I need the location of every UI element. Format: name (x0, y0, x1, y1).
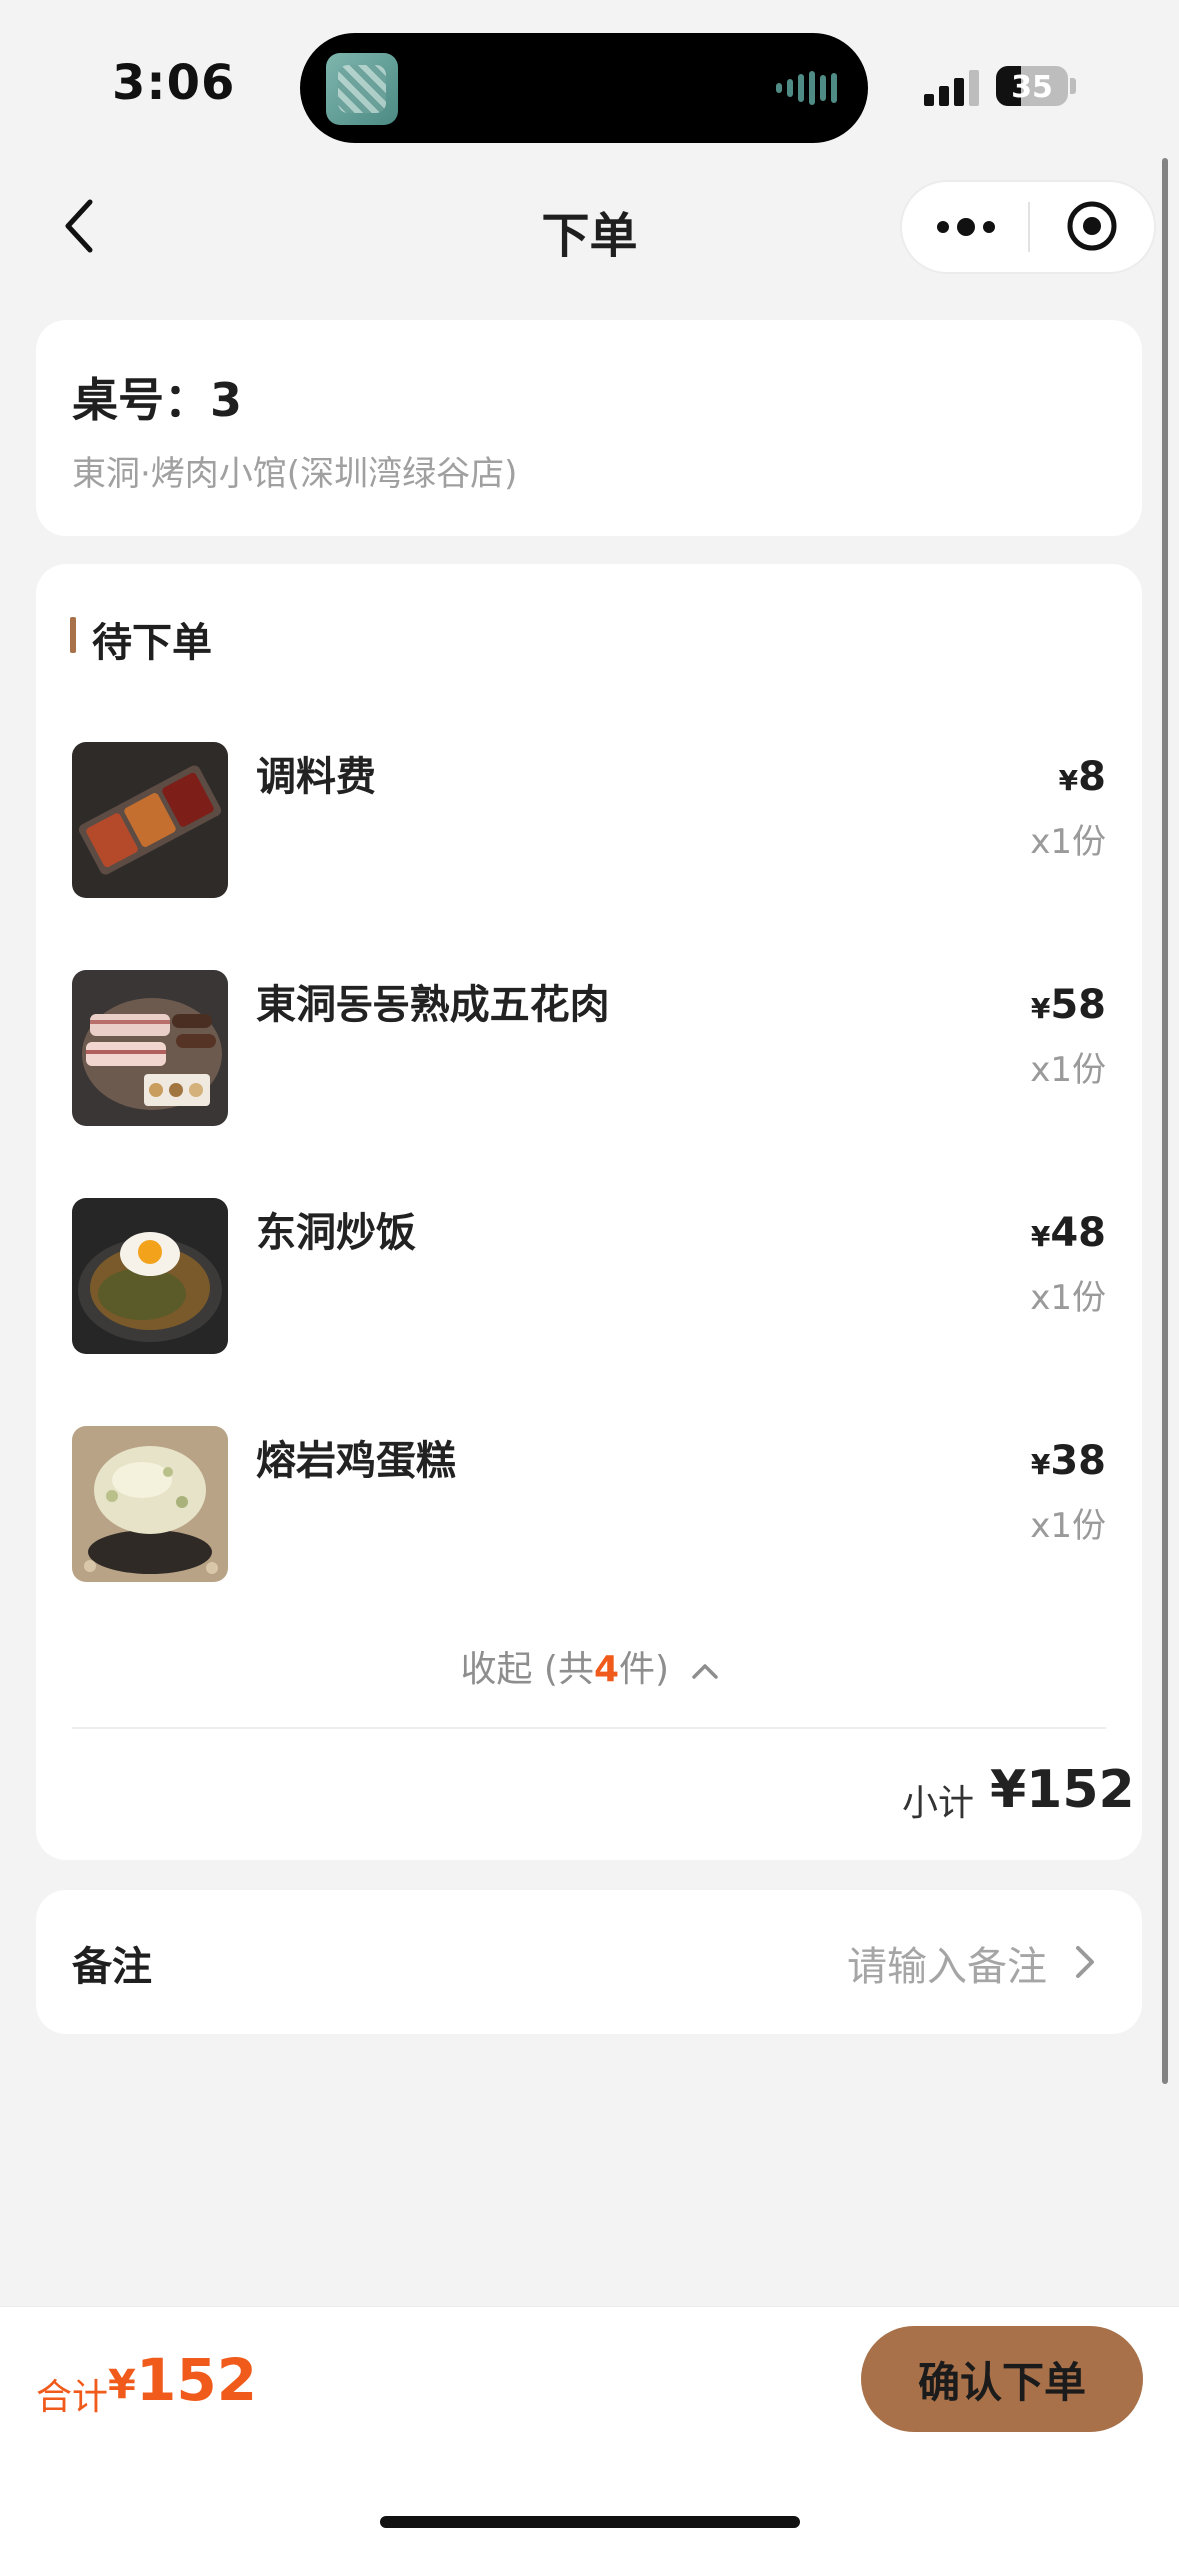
divider (72, 1727, 1106, 1729)
table-number: 桌号：3 (72, 373, 243, 427)
fried-rice-image (72, 1198, 228, 1354)
item-name: 调料费 (256, 754, 376, 800)
battery-level: 35 (1011, 70, 1053, 105)
chevron-up-icon (691, 1664, 718, 1679)
item-name: 东洞炒饭 (256, 1210, 416, 1256)
shop-name: 東洞·烤肉小馆(深圳湾绿谷店) (72, 454, 518, 494)
pork-belly-image (72, 970, 228, 1126)
close-miniprogram-icon[interactable] (1064, 198, 1120, 254)
item-name: 東洞동동熟成五花肉 (256, 982, 610, 1028)
item-quantity: x1份 (1030, 1050, 1106, 1090)
total-currency: ¥ (108, 2362, 136, 2408)
note-label: 备注 (72, 1944, 152, 1990)
item-name: 熔岩鸡蛋糕 (256, 1438, 456, 1484)
item-price: ¥58 (1030, 982, 1106, 1028)
item-price: ¥48 (1030, 1210, 1106, 1256)
battery-icon: 35 (996, 66, 1068, 106)
chevron-right-icon (1076, 1946, 1094, 1978)
total-label: 合计 (36, 2377, 109, 2418)
note-input[interactable]: 请输入备注 (847, 1934, 1047, 1992)
item-price: ¥8 (1058, 754, 1106, 800)
egg-cake-image (72, 1426, 228, 1582)
subtotal-label: 小计 (902, 1783, 975, 1824)
cellular-signal-icon (924, 66, 980, 106)
item-quantity: x1份 (1030, 1278, 1106, 1318)
home-indicator (380, 2516, 800, 2528)
total-value: 152 (136, 2346, 258, 2414)
confirm-order-button[interactable]: 确认下单 (861, 2326, 1143, 2432)
capsule-divider (1028, 202, 1030, 252)
seasoning-tray-image (72, 742, 228, 898)
more-icon[interactable] (934, 200, 998, 254)
item-price: ¥38 (1030, 1438, 1106, 1484)
battery-tip (1070, 78, 1076, 94)
section-title: 待下单 (92, 620, 212, 666)
section-accent-bar (70, 617, 76, 653)
item-quantity: x1份 (1030, 822, 1106, 862)
subtotal-value: ¥152 (990, 1760, 1135, 1820)
collapse-items-button[interactable]: 收起 (共4件) (0, 1640, 1179, 1692)
item-quantity: x1份 (1030, 1506, 1106, 1546)
now-playing-thumbnail (326, 53, 398, 125)
audio-wave-icon (776, 70, 842, 106)
back-icon[interactable] (56, 196, 112, 256)
status-time: 3:06 (112, 55, 236, 111)
scrollbar[interactable] (1162, 158, 1168, 2084)
